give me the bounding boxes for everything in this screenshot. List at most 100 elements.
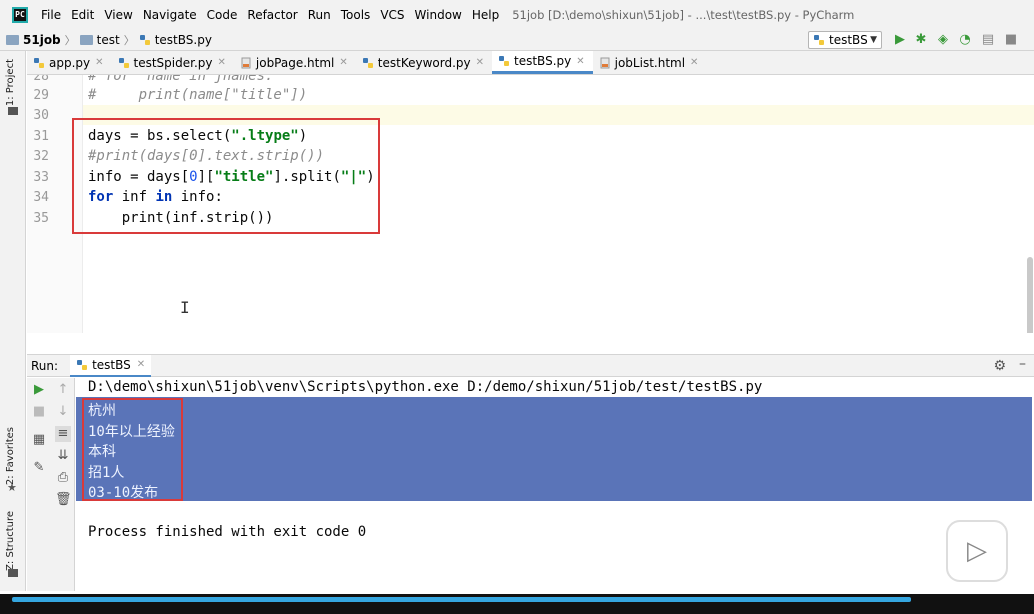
- menu-window[interactable]: Window: [410, 8, 467, 22]
- menu-help[interactable]: Help: [467, 8, 504, 22]
- line-number: 35: [33, 211, 49, 226]
- breadcrumb-separator-icon: 〉: [64, 33, 76, 47]
- close-icon[interactable]: ✕: [690, 57, 698, 68]
- run-toolbar: ▶ ↑ ■ ↓ ≡ ▦ ⇊ ✎ ⎙ 🗑: [27, 378, 75, 591]
- python-file-icon: [814, 35, 824, 45]
- menu-refactor[interactable]: Refactor: [242, 8, 302, 22]
- minimize-icon[interactable]: –: [1019, 356, 1026, 372]
- breadcrumb-folder[interactable]: test: [79, 32, 120, 47]
- python-file-icon: [34, 57, 44, 68]
- line-number: 28: [33, 75, 49, 84]
- tab-testspider-py[interactable]: testSpider.py ✕: [112, 51, 234, 74]
- menu-run[interactable]: Run: [303, 8, 336, 22]
- tab-label: testBS.py: [514, 54, 572, 68]
- line-number: 33: [33, 170, 49, 185]
- annotation-highlight-box: [72, 118, 380, 234]
- print-icon[interactable]: ⎙: [55, 470, 71, 486]
- annotation-highlight-box: [82, 398, 183, 501]
- trash-icon[interactable]: 🗑: [55, 492, 72, 508]
- video-play-button[interactable]: ▷: [946, 520, 1008, 582]
- scroll-to-end-icon[interactable]: ⇊: [55, 448, 71, 464]
- close-icon[interactable]: ✕: [137, 359, 145, 370]
- play-icon: ▷: [967, 536, 987, 566]
- close-icon[interactable]: ✕: [95, 57, 103, 68]
- structure-tool-tab[interactable]: Z: Structure: [5, 511, 16, 571]
- close-icon[interactable]: ✕: [218, 57, 226, 68]
- tab-label: testKeyword.py: [377, 55, 471, 70]
- run-console[interactable]: D:\demo\shixun\51job\venv\Scripts\python…: [76, 378, 1034, 591]
- folder-icon: [6, 34, 19, 45]
- tab-label: testSpider.py: [133, 55, 213, 70]
- line-number: 32: [33, 149, 49, 164]
- video-progress-track[interactable]: [0, 594, 1034, 614]
- html-file-icon: [600, 57, 610, 68]
- run-icon[interactable]: ▶: [893, 33, 907, 47]
- run-coverage-icon[interactable]: ◈: [936, 33, 950, 47]
- line-number: 31: [33, 129, 49, 144]
- run-tab-testbs[interactable]: testBS ✕: [70, 354, 152, 377]
- console-scrollbar[interactable]: [1026, 378, 1034, 591]
- close-icon[interactable]: ✕: [339, 57, 347, 68]
- editor-tabs: app.py ✕ testSpider.py ✕ jobPage.html ✕ …: [27, 51, 1034, 75]
- window-title: 51job [D:\demo\shixun\51job] - ...\test\…: [512, 7, 855, 22]
- menu-view[interactable]: View: [99, 8, 137, 22]
- stop-icon[interactable]: ■: [31, 404, 47, 420]
- tab-label: jobPage.html: [255, 55, 335, 70]
- line-number: 29: [33, 88, 49, 103]
- soft-wrap-icon[interactable]: ≡: [55, 426, 71, 442]
- run-panel-header: Run: testBS ✕ ⚙ –: [27, 354, 1034, 377]
- text-cursor-icon: I: [180, 298, 190, 317]
- debug-icon[interactable]: ✱: [914, 33, 928, 47]
- code-line-28: # for name in jnames:: [88, 75, 274, 84]
- profile-icon[interactable]: ◔: [958, 33, 972, 47]
- menu-edit[interactable]: Edit: [66, 8, 99, 22]
- scroll-up-icon[interactable]: ↑: [55, 382, 71, 398]
- menu-tools[interactable]: Tools: [336, 8, 376, 22]
- python-file-icon: [499, 56, 510, 66]
- breadcrumb-file[interactable]: testBS.py: [139, 33, 212, 47]
- left-tool-strip: 1: Project 2: Favorites ★ Z: Structure: [0, 51, 26, 591]
- run-configuration-select[interactable]: testBS ▼: [808, 31, 882, 49]
- tab-app-py[interactable]: app.py ✕: [27, 51, 112, 74]
- project-tool-tab[interactable]: 1: Project: [5, 59, 16, 106]
- tab-label: app.py: [49, 55, 91, 70]
- concurrency-icon[interactable]: ▤: [981, 33, 995, 47]
- menu-file[interactable]: File: [36, 8, 66, 22]
- breadcrumb-project[interactable]: 51job: [0, 33, 61, 47]
- pin-icon[interactable]: ✎: [31, 460, 47, 476]
- run-tab-label: testBS: [92, 357, 131, 372]
- breadcrumb-label: test: [96, 32, 120, 47]
- project-folder-icon: [8, 107, 18, 115]
- scroll-down-icon[interactable]: ↓: [55, 404, 71, 420]
- tab-testbs-py[interactable]: testBS.py ✕: [492, 51, 593, 74]
- pycharm-logo-icon: PC: [12, 6, 28, 23]
- folder-icon: [79, 34, 93, 45]
- console-command: D:\demo\shixun\51job\venv\Scripts\python…: [88, 379, 763, 395]
- python-file-icon: [139, 34, 150, 45]
- line-number: 30: [33, 108, 49, 123]
- code-line-29: # print(name["title"]): [88, 87, 308, 103]
- close-icon[interactable]: ✕: [476, 57, 484, 68]
- python-file-icon: [77, 359, 88, 370]
- navigation-bar: 51job 〉 test 〉 testBS.py testBS ▼ ▶ ✱ ◈ …: [0, 29, 1034, 51]
- scrollbar-thumb[interactable]: [1027, 257, 1033, 333]
- code-editor[interactable]: 28 29 30 31 32 33 34 35 # for name in jn…: [27, 75, 1034, 333]
- rerun-icon[interactable]: ▶: [31, 382, 47, 398]
- close-icon[interactable]: ✕: [576, 56, 584, 67]
- html-file-icon: [241, 57, 251, 68]
- stop-icon[interactable]: ■: [1004, 33, 1018, 47]
- menu-vcs[interactable]: VCS: [375, 8, 409, 22]
- tab-joblist-html[interactable]: jobList.html ✕: [593, 51, 707, 74]
- editor-scrollbar[interactable]: [1026, 85, 1034, 333]
- tab-jobpage-html[interactable]: jobPage.html ✕: [234, 51, 356, 74]
- star-icon: ★: [7, 481, 17, 494]
- favorites-tool-tab[interactable]: 2: Favorites: [5, 427, 16, 485]
- menu-navigate[interactable]: Navigate: [138, 8, 202, 22]
- video-progress-fill: [12, 597, 911, 602]
- console-exit-message: Process finished with exit code 0: [88, 524, 367, 540]
- menu-code[interactable]: Code: [202, 8, 243, 22]
- gear-icon[interactable]: ⚙: [993, 358, 1006, 374]
- layout-icon[interactable]: ▦: [31, 432, 47, 448]
- tab-testkeyword-py[interactable]: testKeyword.py ✕: [356, 51, 492, 74]
- run-configuration-label: testBS: [829, 33, 868, 47]
